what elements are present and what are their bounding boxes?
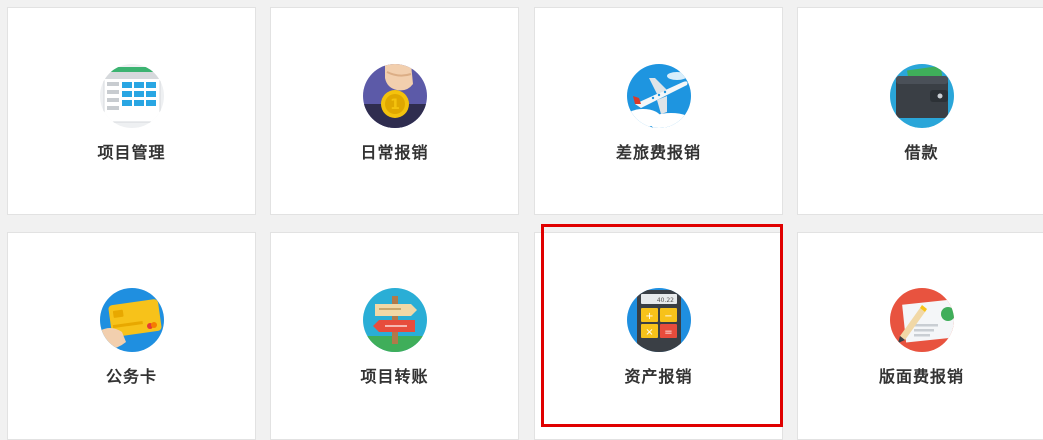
- tile-label: 公务卡: [105, 367, 157, 386]
- airplane-icon: [626, 64, 691, 128]
- tile-project-transfer[interactable]: 项目转账: [270, 232, 519, 440]
- tile-travel-reimbursement[interactable]: 差旅费报销: [534, 7, 783, 215]
- tile-label: 版面费报销: [878, 367, 964, 386]
- tile-label: 日常报销: [360, 143, 429, 162]
- coin-hand-icon: 1: [362, 64, 427, 128]
- tile-project-management[interactable]: 项目管理: [7, 7, 256, 215]
- tile-label: 借款: [904, 143, 939, 162]
- calculator-display: 40.22: [656, 297, 673, 304]
- svg-text:×: ×: [645, 327, 653, 338]
- tile-label: 资产报销: [624, 367, 693, 386]
- spreadsheet-icon: [99, 64, 164, 128]
- tile-official-card[interactable]: 公务卡: [7, 232, 256, 440]
- tile-daily-reimbursement[interactable]: 1 日常报销: [270, 7, 519, 215]
- svg-text:+: +: [645, 311, 653, 322]
- tile-label: 项目管理: [97, 143, 166, 162]
- wallet-icon: [889, 64, 954, 128]
- signpost-icon: [362, 288, 427, 352]
- document-pen-icon: [889, 288, 954, 352]
- calculator-icon: 40.22 + − × =: [626, 288, 691, 352]
- svg-text:1: 1: [390, 97, 400, 113]
- tile-label: 差旅费报销: [615, 143, 701, 162]
- tile-label: 项目转账: [360, 367, 429, 386]
- tile-layout-fee-reimbursement[interactable]: 版面费报销: [797, 232, 1043, 440]
- tile-asset-reimbursement[interactable]: 40.22 + − × = 资产报销: [534, 232, 783, 440]
- tile-loan[interactable]: 借款: [797, 7, 1043, 215]
- svg-text:=: =: [664, 327, 672, 338]
- svg-text:−: −: [664, 311, 672, 322]
- credit-card-icon: [99, 288, 164, 352]
